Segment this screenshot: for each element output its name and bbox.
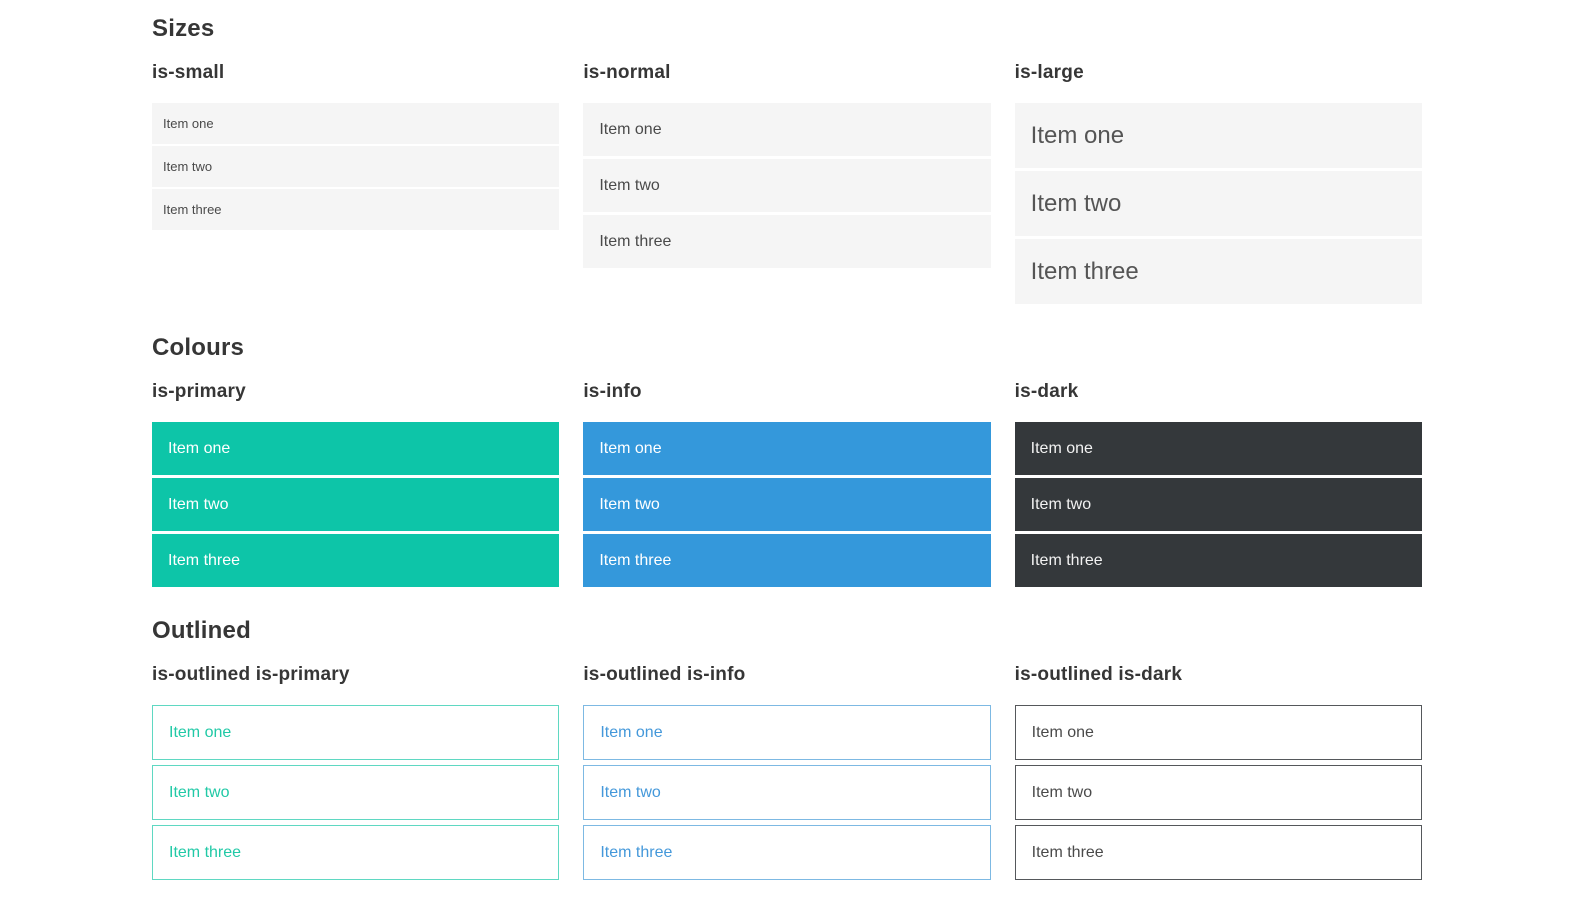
list-item[interactable]: Item one [583,422,991,475]
group-heading: is-info [583,381,642,402]
list-small: Item one Item two Item three [152,103,560,230]
group-is-primary: is-primary Item one Item two Item three [140,380,571,590]
group-heading: is-outlined is-info [583,664,746,685]
list-item[interactable]: Item two [152,765,560,820]
section-title-colours: Colours [152,334,245,361]
group-heading: is-large [1014,62,1084,83]
colours-columns: is-primary Item one Item two Item three … [140,380,1434,590]
list-item[interactable]: Item three [583,534,991,587]
content-container: Sizes is-small Item one Item two Item th… [140,0,1434,885]
list-item[interactable]: Item three [1014,825,1422,880]
group-is-normal: is-normal Item one Item two Item three [571,61,1002,271]
list-large: Item one Item two Item three [1014,103,1422,304]
list-item[interactable]: Item three [152,825,560,880]
group-is-large: is-large Item one Item two Item three [1003,61,1434,307]
group-heading: is-outlined is-dark [1014,664,1183,685]
list-item[interactable]: Item three [583,825,991,880]
list-item[interactable]: Item two [583,765,991,820]
list-item[interactable]: Item one [583,705,991,760]
list-item[interactable]: Item two [1014,765,1422,820]
list-item[interactable]: Item three [1014,239,1422,304]
list-item[interactable]: Item one [152,103,560,144]
section-title-outlined: Outlined [152,617,251,644]
list-normal: Item one Item two Item three [583,103,991,268]
list-item[interactable]: Item one [1014,422,1422,475]
list-item[interactable]: Item two [152,478,560,531]
list-outlined-dark: Item one Item two Item three [1014,705,1422,880]
list-item[interactable]: Item two [583,478,991,531]
list-item[interactable]: Item one [583,103,991,156]
list-item[interactable]: Item three [583,215,991,268]
list-item[interactable]: Item three [1014,534,1422,587]
list-outlined-primary: Item one Item two Item three [152,705,560,880]
group-heading: is-normal [583,62,671,83]
list-item[interactable]: Item three [152,189,560,230]
list-item[interactable]: Item two [1014,171,1422,236]
group-heading: is-primary [152,381,246,402]
group-heading: is-outlined is-primary [152,664,350,685]
list-item[interactable]: Item one [152,705,560,760]
sizes-columns: is-small Item one Item two Item three is… [140,61,1434,307]
list-item[interactable]: Item two [583,159,991,212]
list-outlined-info: Item one Item two Item three [583,705,991,880]
component-docs-page: Sizes is-small Item one Item two Item th… [0,0,1595,897]
group-is-info: is-info Item one Item two Item three [571,380,1002,590]
group-is-small: is-small Item one Item two Item three [140,61,571,232]
list-item[interactable]: Item one [1014,103,1422,168]
group-heading: is-dark [1014,381,1079,402]
list-item[interactable]: Item two [152,146,560,187]
outlined-columns: is-outlined is-primary Item one Item two… [140,663,1434,885]
list-primary: Item one Item two Item three [152,422,560,587]
group-is-outlined-is-dark: is-outlined is-dark Item one Item two It… [1003,663,1434,885]
list-info: Item one Item two Item three [583,422,991,587]
section-title-sizes: Sizes [152,15,215,42]
list-item[interactable]: Item one [152,422,560,475]
group-is-dark: is-dark Item one Item two Item three [1003,380,1434,590]
list-item[interactable]: Item three [152,534,560,587]
list-item[interactable]: Item one [1014,705,1422,760]
group-is-outlined-is-primary: is-outlined is-primary Item one Item two… [140,663,571,885]
group-is-outlined-is-info: is-outlined is-info Item one Item two It… [571,663,1002,885]
list-dark: Item one Item two Item three [1014,422,1422,587]
list-item[interactable]: Item two [1014,478,1422,531]
group-heading: is-small [152,62,225,83]
